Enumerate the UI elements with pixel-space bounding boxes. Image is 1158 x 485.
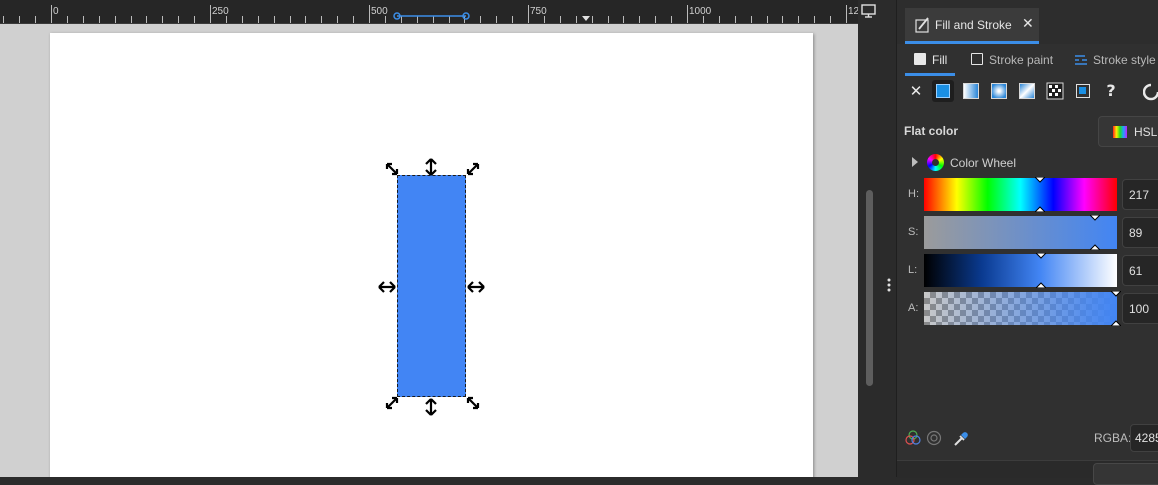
selection-bounding-box	[397, 175, 466, 397]
hue-label: H:	[908, 188, 919, 200]
dialog-tab-bar: Fill and Stroke ✕	[897, 0, 1158, 44]
radial-gradient-icon[interactable]	[988, 80, 1010, 102]
ruler-label: 250	[212, 6, 229, 17]
splitter-grip-icon[interactable]	[887, 278, 891, 292]
fill-stroke-subtabs: Fill Stroke paint Stroke style	[897, 45, 1158, 76]
hue-slider[interactable]	[924, 177, 1117, 212]
mesh-gradient-icon[interactable]	[1016, 80, 1038, 102]
alpha-label: A:	[908, 302, 919, 314]
ruler-label: 0	[53, 6, 59, 17]
paint-type-buttons: ✕ ?	[897, 80, 1158, 104]
paint-mode-label: Flat color	[904, 124, 959, 138]
unset-paint-icon[interactable]: ?	[1100, 80, 1122, 102]
color-wheel-label: Color Wheel	[950, 156, 1017, 170]
scale-handle-bottom-right[interactable]	[466, 396, 480, 410]
fill-and-stroke-panel: Fill and Stroke ✕ Fill Stroke paint Stro…	[896, 0, 1158, 485]
tab-fill[interactable]: Fill	[932, 53, 947, 67]
ruler-label: 500	[371, 6, 388, 17]
lightness-value-field[interactable]: 61	[1122, 255, 1158, 286]
ruler-label: 1000	[689, 6, 712, 17]
color-managed-icon[interactable]	[905, 430, 921, 446]
scale-handle-right[interactable]	[467, 280, 485, 294]
pattern-icon[interactable]	[1044, 80, 1066, 102]
alpha-slider-marker[interactable]	[1111, 291, 1121, 326]
drawing-canvas[interactable]	[0, 24, 858, 477]
scrollbar-thumb[interactable]	[866, 190, 873, 386]
hue-value-field[interactable]: 217	[1122, 179, 1158, 210]
blend-mode-dropdown[interactable]	[1093, 463, 1158, 485]
saturation-slider[interactable]	[924, 215, 1117, 250]
stroke-paint-tab-icon	[971, 53, 983, 65]
color-mode-label: HSL	[1134, 125, 1158, 139]
saturation-value-field[interactable]: 89	[1122, 217, 1158, 248]
tab-stroke-style[interactable]: Stroke style	[1093, 53, 1156, 67]
lightness-slider-marker[interactable]	[1036, 253, 1046, 288]
hue-slider-marker[interactable]	[1035, 177, 1045, 212]
ruler-pointer-marker	[582, 16, 590, 21]
rgba-label: RGBA:	[1094, 431, 1132, 445]
horizontal-ruler[interactable]: 0 250 500 750 1000 12	[0, 0, 859, 24]
tab-title: Fill and Stroke	[935, 18, 1012, 32]
fill-rule-icon[interactable]	[1143, 80, 1158, 102]
flat-color-icon[interactable]	[932, 80, 954, 102]
color-wheel-icon	[927, 154, 944, 171]
scale-handle-left[interactable]	[378, 280, 396, 294]
rgba-value-field[interactable]: 4285f4ff	[1130, 424, 1158, 452]
ruler-ticks	[3, 5, 847, 23]
lightness-slider[interactable]	[924, 253, 1117, 288]
no-paint-icon[interactable]: ✕	[905, 80, 927, 102]
ruler-label: 750	[530, 6, 547, 17]
panel-splitter[interactable]	[880, 0, 896, 477]
fill-tab-icon	[914, 53, 926, 65]
swatch-icon[interactable]	[1072, 80, 1094, 102]
color-mode-button[interactable]: HSL	[1098, 116, 1158, 147]
scale-handle-bottom[interactable]	[424, 398, 438, 416]
active-tab-indicator	[905, 73, 955, 76]
lightness-label: L:	[908, 264, 918, 276]
saturation-slider-marker[interactable]	[1090, 215, 1100, 250]
alpha-value-field[interactable]: 100	[1122, 293, 1158, 324]
scale-handle-top-left[interactable]	[385, 162, 399, 176]
close-tab-icon[interactable]: ✕	[1022, 16, 1034, 32]
scale-handle-top-right[interactable]	[466, 162, 480, 176]
out-of-gamut-icon[interactable]	[926, 430, 942, 446]
tab-stroke-paint[interactable]: Stroke paint	[989, 53, 1053, 67]
color-spectrum-icon	[1113, 126, 1127, 138]
fill-and-stroke-icon	[915, 17, 929, 33]
scale-handle-bottom-left[interactable]	[385, 396, 399, 410]
eyedropper-icon[interactable]	[952, 430, 970, 448]
linear-gradient-icon[interactable]	[960, 80, 982, 102]
canvas-display-icon[interactable]	[860, 4, 878, 18]
alpha-slider[interactable]	[924, 291, 1121, 326]
tab-fill-and-stroke[interactable]: Fill and Stroke ✕	[905, 8, 1039, 44]
stroke-style-icon	[1075, 55, 1087, 65]
expand-arrow-icon	[912, 157, 918, 167]
saturation-label: S:	[908, 226, 919, 238]
scale-handle-top[interactable]	[424, 158, 438, 176]
